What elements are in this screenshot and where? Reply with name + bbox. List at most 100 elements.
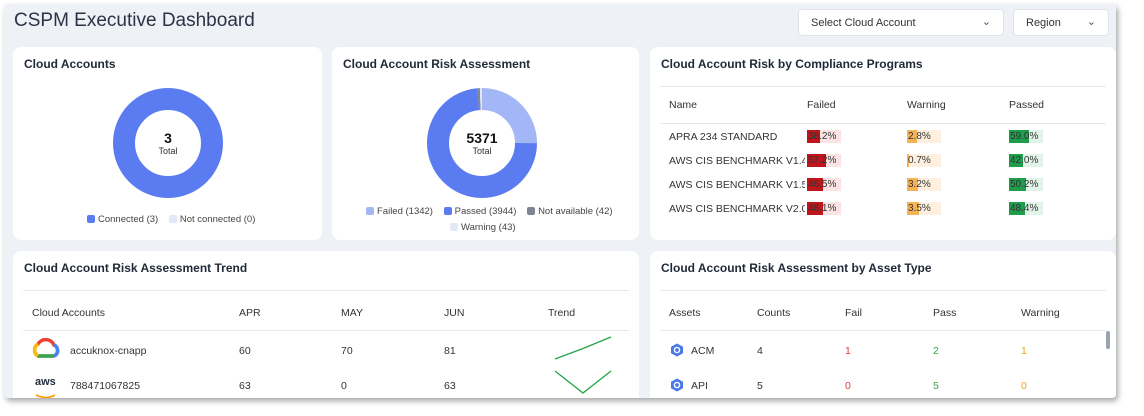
compliance-program-name[interactable]: AWS CIS BENCHMARK V2.0.0 — [669, 203, 805, 215]
asset-count: 5 — [757, 380, 763, 392]
asset-fail: 0 — [845, 380, 851, 392]
legend-swatch — [87, 215, 95, 223]
legend-warning[interactable]: Warning (43) — [450, 222, 516, 233]
trend-card: Cloud Account Risk Assessment Trend Clou… — [13, 251, 639, 398]
asset-warning: 1 — [1021, 345, 1027, 357]
legend-not-connected[interactable]: Not connected (0) — [168, 214, 256, 225]
asset-type-title: Cloud Account Risk Assessment by Asset T… — [661, 261, 932, 275]
cloud-accounts-total-label: Total — [158, 146, 178, 156]
sparkline-path — [554, 370, 612, 394]
trend-sparkline — [554, 336, 612, 360]
col-header-apr: APR — [239, 307, 261, 319]
asset-table-scrollbar[interactable] — [1106, 331, 1110, 349]
divider — [660, 123, 1106, 124]
warning-bar-label: 3.5% — [908, 203, 931, 214]
passed-bar: 50.2% — [1009, 178, 1043, 191]
trend-apr-value: 60 — [239, 345, 251, 357]
legend-swatch — [443, 207, 452, 215]
asset-name[interactable]: API — [691, 380, 708, 392]
trend-account-name[interactable]: accuknox-cnapp — [70, 345, 146, 357]
col-header-name: Name — [669, 99, 698, 111]
cloud-accounts-center: 3 Total — [138, 130, 198, 156]
cloud-accounts-total: 3 — [164, 130, 172, 146]
trend-apr-value: 63 — [239, 380, 251, 392]
trend-jun-value: 81 — [444, 345, 456, 357]
divider — [660, 330, 1106, 331]
chevron-down-icon: ⌄ — [1086, 16, 1096, 28]
sparkline-path — [554, 336, 612, 360]
failed-bar: 48.1% — [807, 202, 841, 215]
legend-label: Not available (42) — [538, 206, 613, 217]
risk-legend-row1: Failed (1342) Passed (3944) Not availabl… — [366, 206, 621, 217]
legend-swatch — [450, 223, 458, 231]
region-select[interactable]: Region ⌄ — [1013, 9, 1109, 36]
warning-bar: 3.5% — [907, 202, 941, 215]
legend-swatch — [527, 207, 536, 215]
failed-bar-label: 48.1% — [808, 203, 837, 214]
compliance-title: Cloud Account Risk by Compliance Program… — [661, 57, 923, 71]
warning-bar-label: 3.2% — [908, 179, 931, 190]
legend-swatch — [168, 215, 177, 223]
col-header-fail: Fail — [845, 307, 862, 319]
failed-bar-label: 46.5% — [808, 179, 837, 190]
legend-passed[interactable]: Passed (3944) — [443, 206, 516, 217]
cloud-accounts-card: Cloud Accounts 3 Total Connected (3) Not… — [13, 47, 322, 240]
trend-title: Cloud Account Risk Assessment Trend — [24, 261, 248, 275]
legend-label: Warning (43) — [461, 222, 516, 233]
page-title: CSPM Executive Dashboard — [14, 10, 255, 31]
col-header-jun: JUN — [444, 307, 465, 319]
legend-not-available[interactable]: Not available (42) — [527, 206, 613, 217]
aws-smile-icon — [35, 394, 56, 398]
col-header-trend: Trend — [548, 307, 576, 319]
asset-count: 4 — [757, 345, 763, 357]
warning-bar: 3.2% — [907, 178, 941, 191]
risk-assessment-card: Cloud Account Risk Assessment 5371 Total… — [332, 47, 639, 240]
warning-bar-label: 0.7% — [908, 155, 931, 166]
divider — [23, 290, 629, 291]
cloud-account-select[interactable]: Select Cloud Account ⌄ — [798, 9, 1004, 36]
passed-bar: 59.0% — [1009, 130, 1043, 143]
gcp-hexagon-icon — [671, 343, 683, 357]
risk-legend-row2: Warning (43) — [450, 222, 524, 233]
legend-failed[interactable]: Failed (1342) — [366, 206, 433, 217]
region-select-label: Region — [1026, 17, 1061, 29]
risk-assessment-center: 5371 Total — [452, 130, 512, 156]
compliance-program-name[interactable]: APRA 234 STANDARD — [669, 131, 805, 143]
col-header-assets: Assets — [669, 307, 701, 319]
divider — [660, 86, 1106, 87]
trend-account-name[interactable]: 788471067825 — [70, 380, 140, 392]
divider — [23, 330, 629, 331]
compliance-program-name[interactable]: AWS CIS BENCHMARK V1.4.0 — [669, 155, 805, 167]
divider — [660, 290, 1106, 291]
legend-label: Failed (1342) — [377, 206, 433, 217]
dashboard-frame: CSPM Executive Dashboard Select Cloud Ac… — [4, 4, 1116, 398]
asset-type-card: Cloud Account Risk Assessment by Asset T… — [650, 251, 1116, 398]
trend-may-value: 70 — [341, 345, 353, 357]
col-header-counts: Counts — [757, 307, 791, 319]
failed-bar-label: 57.2% — [808, 155, 837, 166]
legend-connected[interactable]: Connected (3) — [87, 214, 158, 225]
legend-label: Not connected (0) — [179, 214, 256, 225]
col-header-may: MAY — [341, 307, 363, 319]
asset-fail: 1 — [845, 345, 851, 357]
cloud-account-select-label: Select Cloud Account — [811, 17, 916, 29]
compliance-program-name[interactable]: AWS CIS BENCHMARK V1.5.0 — [669, 179, 805, 191]
risk-assessment-title: Cloud Account Risk Assessment — [343, 57, 531, 71]
cloud-accounts-title: Cloud Accounts — [24, 57, 116, 71]
warning-bar-label: 2.8% — [908, 131, 931, 142]
passed-bar-label: 50.2% — [1010, 179, 1039, 190]
failed-bar: 57.2% — [807, 154, 841, 167]
compliance-card: Cloud Account Risk by Compliance Program… — [650, 47, 1116, 240]
asset-warning: 0 — [1021, 380, 1027, 392]
aws-icon-text: aws — [35, 376, 56, 388]
risk-assessment-total-label: Total — [472, 146, 492, 156]
warning-bar: 2.8% — [907, 130, 941, 143]
col-header-failed: Failed — [807, 99, 836, 111]
col-header-cloud-accounts: Cloud Accounts — [32, 307, 105, 319]
trend-sparkline — [554, 370, 612, 394]
asset-name[interactable]: ACM — [691, 345, 714, 357]
passed-bar-label: 59.0% — [1010, 131, 1039, 142]
asset-pass: 2 — [933, 345, 939, 357]
failed-bar-label: 38.2% — [808, 131, 837, 142]
passed-bar-label: 48.4% — [1010, 203, 1039, 214]
